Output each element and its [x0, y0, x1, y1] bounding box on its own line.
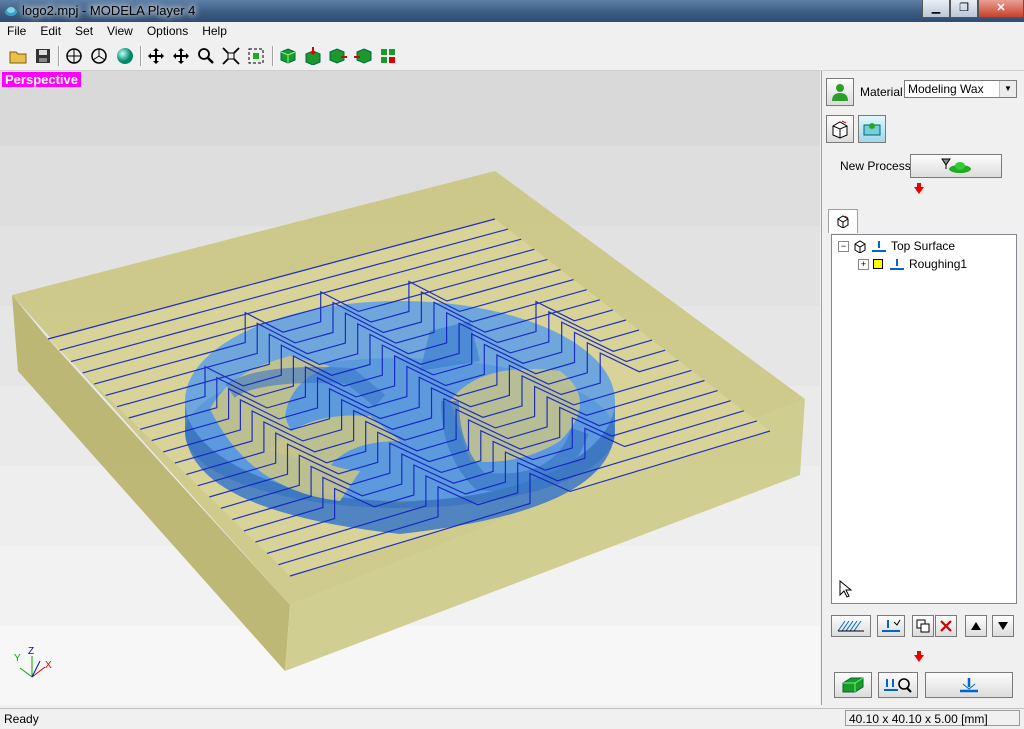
cube-tab-icon: [837, 215, 849, 228]
preview-magnify-icon: [884, 678, 912, 693]
model-dimensions: 40.10 x 40.10 x 5.00 [mm]: [845, 710, 1020, 726]
menu-set[interactable]: Set: [68, 22, 100, 42]
mouse-cursor-icon: [839, 580, 853, 598]
minimize-button[interactable]: ▁: [922, 0, 950, 18]
delete-icon: [940, 620, 952, 632]
tree-item-roughing[interactable]: + Roughing1: [858, 256, 967, 272]
material-select[interactable]: Modeling Wax ▼: [904, 80, 1017, 98]
triangle-up-icon: [971, 622, 981, 630]
perspective-viewport[interactable]: Y Z X Perspective: [0, 71, 820, 705]
menu-view[interactable]: View: [100, 22, 140, 42]
user-icon: [832, 84, 848, 101]
render-sphere-icon[interactable]: [114, 45, 136, 67]
model-size-button[interactable]: [826, 115, 854, 143]
axis-z-label: Z: [28, 646, 34, 657]
perspective-label: Perspective: [2, 72, 81, 87]
cube-down-icon[interactable]: [302, 45, 324, 67]
cut-button[interactable]: [834, 672, 872, 698]
view-front-icon[interactable]: [63, 45, 85, 67]
material-value: Modeling Wax: [908, 82, 984, 96]
menu-help[interactable]: Help: [195, 22, 234, 42]
orientation-button[interactable]: [858, 115, 886, 143]
edit-process-button[interactable]: [877, 615, 905, 637]
window-title: logo2.mpj - MODELA Player 4: [22, 3, 196, 18]
app-icon: [5, 7, 17, 16]
tab-process-list[interactable]: [828, 209, 858, 233]
scene-canvas: Y Z X: [0, 71, 820, 705]
expand-icon[interactable]: +: [858, 258, 869, 270]
cube-view-icon[interactable]: [277, 45, 299, 67]
toolpath-icon: [837, 620, 864, 632]
box-icon: [832, 120, 848, 139]
maximize-button[interactable]: ❐: [950, 0, 978, 18]
collapse-icon[interactable]: −: [838, 240, 849, 252]
tree-label-roughing: Roughing1: [909, 257, 968, 271]
save-icon[interactable]: [32, 45, 54, 67]
view-iso-icon[interactable]: [88, 45, 110, 67]
cube-left-icon[interactable]: [352, 45, 374, 67]
axis-y-label: Y: [14, 653, 21, 664]
close-button[interactable]: ✕: [978, 0, 1024, 18]
toolbar: [0, 42, 1024, 71]
delete-process-button[interactable]: [935, 615, 957, 637]
fit-view-icon[interactable]: [220, 45, 242, 67]
zoom-icon[interactable]: [195, 45, 217, 67]
cube-split-icon[interactable]: [377, 45, 399, 67]
axis-x-label: X: [45, 660, 52, 671]
cube-node-icon: [854, 240, 866, 253]
pan-view-icon[interactable]: [170, 45, 192, 67]
title-bar: logo2.mpj - MODELA Player 4 ▁ ❐ ✕: [0, 0, 1024, 22]
status-text: Ready: [4, 712, 39, 726]
move-down-button[interactable]: [992, 615, 1014, 637]
output-button[interactable]: [925, 672, 1013, 698]
edit-surface-icon: [882, 619, 901, 632]
material-label: Material: [860, 85, 903, 99]
new-process-label: New Process: [840, 159, 911, 173]
new-process-button[interactable]: [910, 154, 1002, 178]
cutting-tool-icon: [941, 158, 971, 173]
cube-right-icon[interactable]: [327, 45, 349, 67]
triangle-down-icon: [998, 622, 1008, 630]
copy-icon: [916, 619, 930, 633]
tree-label-top-surface: Top Surface: [891, 239, 956, 253]
preview-cutting-button[interactable]: [878, 672, 918, 698]
menu-bar: File Edit Set View Options Help: [0, 22, 1024, 42]
rotate-view-icon[interactable]: [145, 45, 167, 67]
process-panel: Material Modeling Wax ▼ New Process − To…: [821, 71, 1024, 705]
menu-options[interactable]: Options: [140, 22, 195, 42]
checkbox-icon[interactable]: [873, 259, 883, 269]
arrow-down-icon-2: [914, 651, 924, 662]
surface-icon: [872, 241, 886, 252]
tree-item-top-surface[interactable]: − Top Surface: [838, 238, 955, 254]
arrow-down-icon: [914, 183, 924, 194]
toolpath-preview-button[interactable]: [831, 615, 871, 637]
zoom-model-icon[interactable]: [245, 45, 267, 67]
menu-edit[interactable]: Edit: [33, 22, 68, 42]
chevron-down-icon[interactable]: ▼: [999, 81, 1016, 97]
green-block-icon: [842, 677, 864, 693]
open-folder-icon[interactable]: [7, 45, 29, 67]
move-up-button[interactable]: [965, 615, 987, 637]
user-setup-button[interactable]: [826, 78, 854, 106]
process-tree[interactable]: − Top Surface + Roughing1: [831, 234, 1017, 604]
copy-process-button[interactable]: [912, 615, 934, 637]
workpiece-icon: [863, 123, 881, 136]
mill-output-icon: [960, 678, 978, 693]
menu-file[interactable]: File: [0, 22, 33, 42]
status-bar: Ready 40.10 x 40.10 x 5.00 [mm]: [0, 708, 1024, 729]
roughing-icon: [890, 259, 904, 270]
